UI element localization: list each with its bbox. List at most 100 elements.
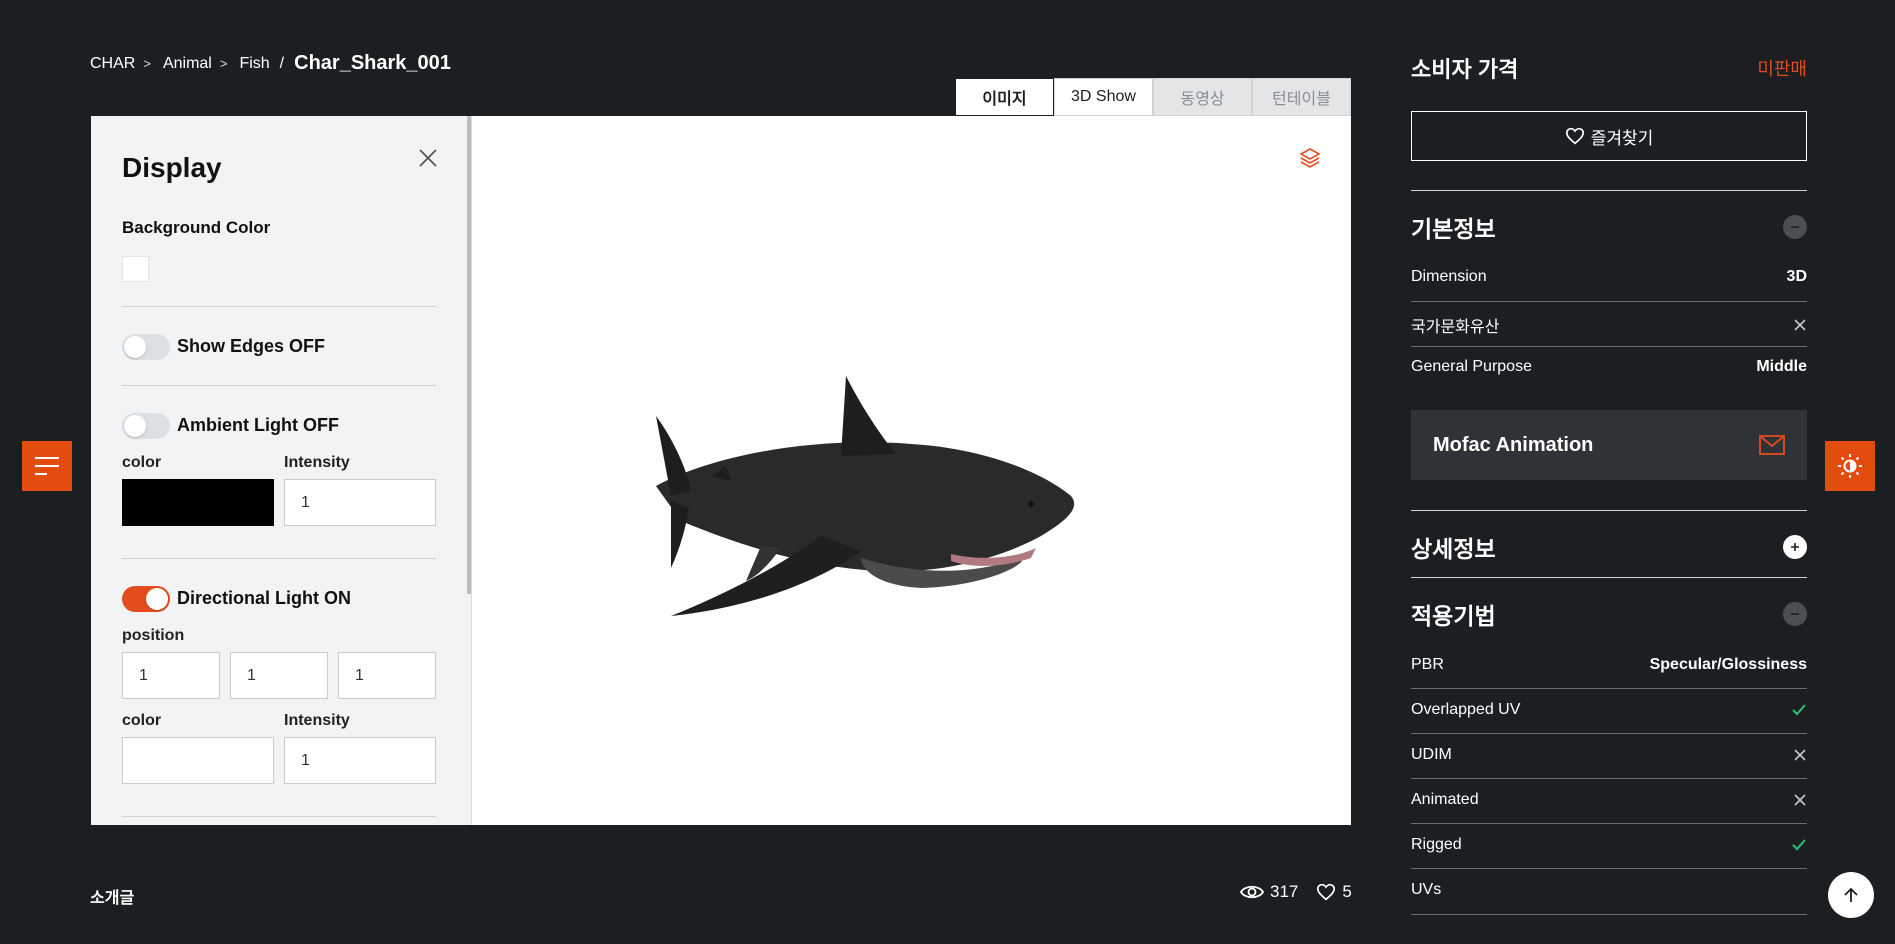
technique-label: Animated xyxy=(1411,791,1479,808)
mail-icon[interactable] xyxy=(1759,435,1785,455)
detail-info-header[interactable]: 상세정보 xyxy=(1411,530,1807,564)
techniques-title: 적용기법 xyxy=(1411,603,1496,629)
x-icon xyxy=(1794,319,1806,331)
company-card[interactable]: Mofac Animation xyxy=(1411,410,1807,480)
directional-intensity-label: Intensity xyxy=(284,712,350,729)
eye-icon xyxy=(1240,885,1264,899)
chevron-right-icon: > xyxy=(219,56,228,71)
info-row: General Purpose Middle xyxy=(1411,358,1807,376)
info-value: 3D xyxy=(1786,268,1807,285)
menu-button[interactable] xyxy=(22,441,72,491)
position-y-input[interactable] xyxy=(230,652,328,699)
breadcrumb: CHAR > Animal > Fish / Char_Shark_001 xyxy=(90,52,451,75)
3d-viewer[interactable]: Display Background Color Show Edges OFF … xyxy=(91,116,1351,825)
heart-icon xyxy=(1565,127,1584,145)
price-row: 소비자 가격 미판매 xyxy=(1411,52,1807,84)
arrow-up-icon xyxy=(1844,887,1858,902)
minus-icon xyxy=(1791,226,1799,228)
collapse-button[interactable] xyxy=(1783,215,1807,239)
breadcrumb-item-char[interactable]: CHAR xyxy=(90,55,135,73)
technique-label: Rigged xyxy=(1411,836,1462,853)
tab-turntable[interactable]: 턴테이블 xyxy=(1252,78,1351,116)
breadcrumb-slash: / xyxy=(279,54,285,72)
check-icon xyxy=(1792,704,1806,716)
breadcrumb-item-fish[interactable]: Fish xyxy=(239,55,269,73)
tab-video[interactable]: 동영상 xyxy=(1153,78,1252,116)
layers-icon[interactable] xyxy=(1298,146,1322,170)
info-label: 국가문화유산 xyxy=(1411,319,1500,336)
close-icon[interactable] xyxy=(416,146,440,170)
hamburger-icon xyxy=(35,457,59,475)
technique-label: UVs xyxy=(1411,881,1442,898)
collapse-button[interactable] xyxy=(1783,602,1807,626)
technique-row: Overlapped UV xyxy=(1411,701,1807,719)
technique-label: Overlapped UV xyxy=(1411,701,1521,718)
ambient-color-picker[interactable] xyxy=(122,479,274,526)
viewer-tabs: 이미지 3D Show 동영상 턴테이블 xyxy=(955,78,1351,116)
technique-value: Specular/Glossiness xyxy=(1649,656,1807,673)
background-color-swatch[interactable] xyxy=(122,256,149,282)
divider xyxy=(1411,778,1807,779)
plus-icon xyxy=(1791,543,1799,551)
position-x-input[interactable] xyxy=(122,652,220,699)
position-label: position xyxy=(122,627,185,644)
techniques-header[interactable]: 적용기법 xyxy=(1411,597,1807,631)
price-status: 미판매 xyxy=(1757,59,1807,79)
x-icon xyxy=(1794,749,1806,761)
company-name: Mofac Animation xyxy=(1433,433,1594,456)
ambient-light-toggle[interactable] xyxy=(122,413,170,439)
detail-info-title: 상세정보 xyxy=(1411,536,1496,562)
favorite-label: 즐겨찾기 xyxy=(1590,128,1654,148)
directional-light-toggle[interactable] xyxy=(122,586,170,612)
divider xyxy=(122,558,436,559)
divider xyxy=(122,816,436,817)
divider xyxy=(1411,688,1807,689)
show-edges-label: Show Edges OFF xyxy=(177,336,326,356)
divider xyxy=(122,385,436,386)
favorite-button[interactable]: 즐겨찾기 xyxy=(1411,111,1807,161)
ambient-light-label: Ambient Light OFF xyxy=(177,415,339,435)
info-value: Middle xyxy=(1756,358,1807,375)
info-row: 국가문화유산 xyxy=(1411,313,1807,337)
price-label: 소비자 가격 xyxy=(1411,57,1519,82)
tab-3d-show[interactable]: 3D Show xyxy=(1054,78,1153,116)
info-row: Dimension 3D xyxy=(1411,268,1807,286)
divider xyxy=(1411,914,1807,915)
breadcrumb-item-animal[interactable]: Animal xyxy=(163,55,212,73)
technique-row: UDIM xyxy=(1411,746,1807,764)
divider xyxy=(1411,510,1807,511)
check-icon xyxy=(1792,839,1806,851)
directional-intensity-input[interactable] xyxy=(284,737,436,784)
theme-toggle-button[interactable] xyxy=(1825,441,1875,491)
chevron-right-icon: > xyxy=(143,56,151,71)
divider xyxy=(1411,733,1807,734)
view-count: 317 xyxy=(1270,882,1299,901)
divider xyxy=(1411,577,1807,578)
scroll-to-top-button[interactable] xyxy=(1828,872,1874,918)
background-color-label: Background Color xyxy=(122,218,271,237)
basic-info-title: 기본정보 xyxy=(1411,216,1496,242)
stats: 317 5 xyxy=(1240,882,1370,902)
panel-title: Display xyxy=(122,152,222,183)
divider xyxy=(1411,301,1807,302)
minus-icon xyxy=(1791,613,1799,615)
directional-color-label: color xyxy=(122,712,162,729)
tab-image[interactable]: 이미지 xyxy=(955,78,1054,116)
heart-icon[interactable] xyxy=(1316,883,1336,901)
divider xyxy=(1411,346,1807,347)
show-edges-toggle[interactable] xyxy=(122,334,170,360)
technique-row: Rigged xyxy=(1411,836,1807,854)
expand-button[interactable] xyxy=(1783,535,1807,559)
ambient-intensity-input[interactable] xyxy=(284,479,436,526)
info-label: General Purpose xyxy=(1411,358,1532,375)
technique-label: PBR xyxy=(1411,656,1444,673)
directional-color-picker[interactable] xyxy=(122,737,274,784)
info-label: Dimension xyxy=(1411,268,1487,285)
shark-model[interactable] xyxy=(561,336,1121,656)
technique-row: UVs xyxy=(1411,881,1807,899)
brightness-icon xyxy=(1838,454,1862,478)
display-panel: Display Background Color Show Edges OFF … xyxy=(91,116,471,825)
position-z-input[interactable] xyxy=(338,652,436,699)
basic-info-header[interactable]: 기본정보 xyxy=(1411,210,1807,244)
technique-row: PBR Specular/Glossiness xyxy=(1411,656,1807,674)
